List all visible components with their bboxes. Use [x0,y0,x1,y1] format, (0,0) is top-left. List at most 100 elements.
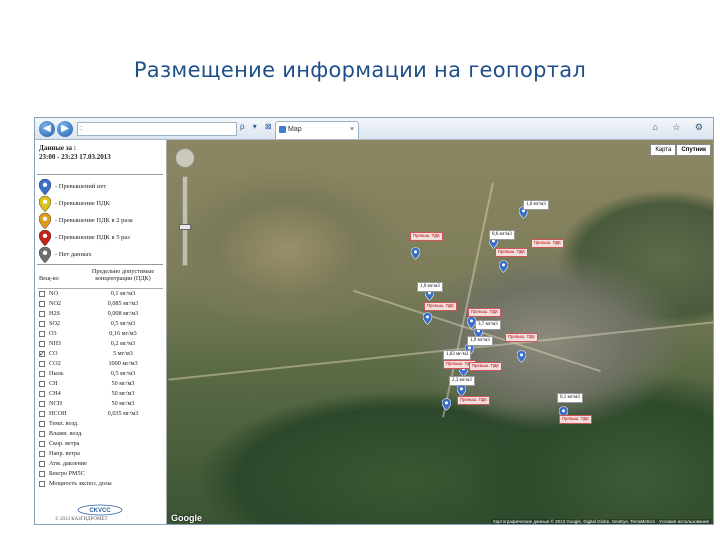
pan-control[interactable] [175,148,195,168]
station-marker-icon[interactable] [411,247,420,260]
pdk-value: 0,5 мг/м3 [110,320,136,327]
substance-checkbox[interactable] [39,461,45,467]
concentration-callout[interactable]: 0,6 мг/м3 [489,230,515,240]
substance-checkbox[interactable] [39,411,45,417]
substance-name: H2S [49,310,61,317]
table-row: SO2 0,5 мг/м3 [38,319,163,329]
substance-checkbox[interactable] [39,431,45,437]
substance-checkbox[interactable] [39,471,45,477]
substance-checkbox[interactable] [39,361,45,367]
pdk-value: 0,085 мг/м3 [107,300,139,307]
exceedance-label[interactable]: Превыш. ПДК [457,396,490,405]
table-row: Темп. возд. [38,419,163,429]
exceedance-label[interactable]: Превыш. ПДК [424,302,457,311]
pdk-value: 0,035 мг/м3 [107,410,139,417]
table-row: Атм. давление [38,459,163,469]
substance-checkbox[interactable] [39,331,45,337]
table-row: CO 5 мг/м3 [38,349,163,359]
concentration-callout[interactable]: 3,7 мг/м3 [475,320,501,330]
substance-checkbox[interactable] [39,301,45,307]
substance-checkbox[interactable] [39,381,45,387]
back-button[interactable]: ◀ [39,121,55,137]
table-row: Бекгро PM5C [38,469,163,479]
exceedance-label[interactable]: Превыш. ПДК [531,239,564,248]
col-substance-header: Вещ-во [39,275,59,282]
legend-item: - Превышение ПДК в 2 раза [39,212,163,230]
table-row: O3 0,16 мг/м3 [38,329,163,339]
map-type-control[interactable]: Карта Спутник [650,144,711,156]
legend-item: - Превышений нет [39,178,163,196]
substance-name: CH [49,380,58,387]
map-type-satellite-button[interactable]: Спутник [676,144,711,156]
concentration-callout[interactable]: 2,3 мг/м3 [449,376,475,386]
exceedance-label[interactable]: Превыш. ПДК [505,333,538,342]
substance-checkbox[interactable] [39,441,45,447]
table-row: CO2 1000 мг/м3 [38,359,163,369]
substance-checkbox[interactable] [39,321,45,327]
substance-checkbox[interactable] [39,401,45,407]
address-bar[interactable]: : [77,122,237,136]
substance-name: НСОН [49,410,67,417]
concentration-callout[interactable]: 1,6 мг/м3 [523,200,549,210]
table-row: H2S 0,008 мг/м3 [38,309,163,319]
zoom-slider-handle[interactable] [179,224,191,230]
substance-name: CO2 [49,360,61,367]
concentration-callout[interactable]: 1,0 мг/м3 [417,282,443,292]
copyright-text: © 2013 КАЗГИДРОМЕТ [55,517,108,522]
table-row: Напр. ветра [38,449,163,459]
substance-name: Темп. возд. [49,420,79,427]
tab-map[interactable]: Map × [275,121,359,139]
tab-close-icon[interactable]: × [350,122,354,138]
exceedance-label[interactable]: Превыш. ПДК [495,248,528,257]
exceedance-label[interactable]: Превыш. ПДК [468,308,501,317]
substance-checkbox[interactable] [39,481,45,487]
zoom-slider[interactable] [182,176,188,266]
substance-checkbox[interactable] [39,391,45,397]
satellite-map[interactable]: Карта Спутник 1,6 мг/м3 0,6 мг/м3 1,0 мг/м… [167,140,713,524]
exceedance-label[interactable]: Превыш. ПДК [559,415,592,424]
table-row: CH 50 мг/м3 [38,379,163,389]
substance-name: Скор. ветра [49,440,80,447]
substance-checkbox[interactable] [39,311,45,317]
substance-checkbox[interactable] [39,341,45,347]
concentration-callout[interactable]: 1,9 мг/м3 [467,336,493,346]
concentration-callout[interactable]: 1,03 мг/м3 [443,350,472,360]
substance-name: Атм. давление [49,460,87,467]
pdk-value: 1000 мг/м3 [108,360,138,367]
map-type-map-button[interactable]: Карта [650,144,677,156]
table-row: НСОН 0,035 мг/м3 [38,409,163,419]
substance-checkbox[interactable] [39,291,45,297]
exceedance-label[interactable]: Превыш. ПДК [469,362,502,371]
legend-item: - Превышение ПДК [39,195,163,213]
browser-window-icons[interactable]: ⌂ ☆ ⚙ [652,122,709,133]
table-row: NO2 0,085 мг/м3 [38,299,163,309]
date-value: 23:00 - 23:23 17.03.2013 [39,153,111,161]
substance-name: NO [49,290,58,297]
pdk-value: 0,008 мг/м3 [107,310,139,317]
concentration-callout[interactable]: 0,1 мг/м3 [557,393,583,403]
map-copyright[interactable]: Картографические данные © 2013 Google, D… [491,519,711,524]
forward-button[interactable]: ▶ [57,121,73,137]
station-marker-icon[interactable] [423,312,432,325]
station-marker-icon[interactable] [517,350,526,363]
substance-checkbox[interactable] [39,451,45,457]
logo-text: CKVCC [89,508,111,514]
pdk-value: 0,2 мг/м3 [110,340,136,347]
pdk-value: 50 мг/м3 [111,400,135,407]
substance-checkbox[interactable] [39,421,45,427]
exceedance-label[interactable]: Превыш. ПДК [410,232,443,241]
substance-name: O3 [49,330,57,337]
substance-name: Пыль [49,370,64,377]
pdk-value: 0,1 мг/м3 [110,290,136,297]
station-marker-icon[interactable] [442,398,451,411]
substance-name: Бекгро PM5C [49,470,85,477]
legend-item-label: - Превышение ПДК в 5 раз [55,234,130,241]
substance-checkbox[interactable] [39,349,45,359]
station-marker-icon[interactable] [499,260,508,273]
table-row: NH3 0,2 мг/м3 [38,339,163,349]
table-row: CH4 50 мг/м3 [38,389,163,399]
map-pin-icon [39,179,51,195]
substance-name: CO [49,350,58,357]
browser-toolbar: ◀ ▶ : ρ ▾ ⊠ ↻ × Map × ⌂ ☆ ⚙ [35,118,713,140]
substance-checkbox[interactable] [39,371,45,377]
